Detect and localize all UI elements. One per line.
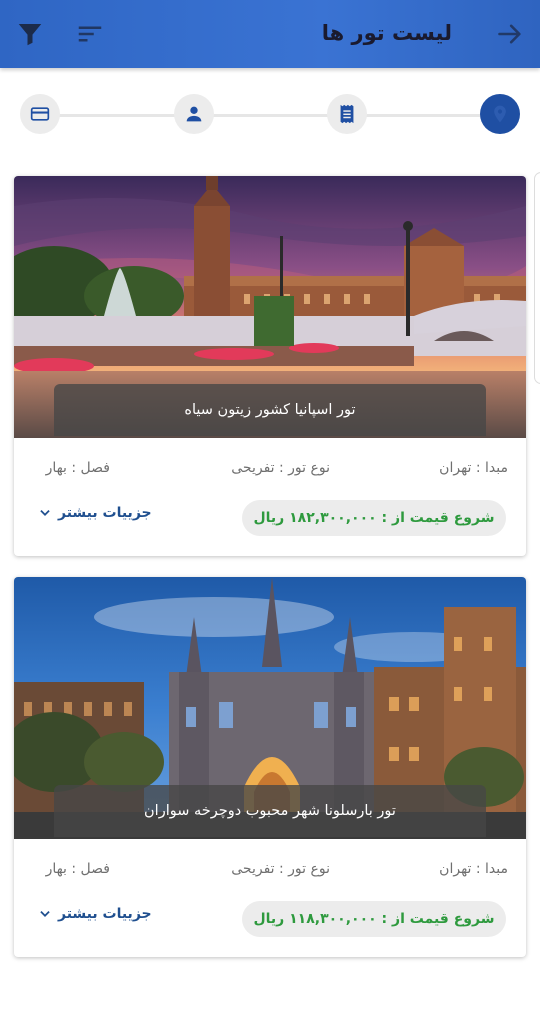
step-passenger[interactable] [174,94,214,134]
tour-type: نوع تور : تفریحی [231,861,330,877]
arrow-right-icon [498,24,521,44]
location-icon [494,105,506,123]
tour-price: شروع قیمت از : ۱۱۸,۳۰۰,۰۰۰ ریال [242,901,506,937]
tour-season: فصل : بهار [45,460,110,476]
chevron-down-icon [40,510,50,516]
app-bar: لیست تور ها [0,0,540,68]
step-payment[interactable] [20,94,60,134]
tour-price: شروع قیمت از : ۱۸۲,۳۰۰,۰۰۰ ریال [242,500,506,536]
tour-season: فصل : بهار [45,861,110,877]
filter-button[interactable] [10,14,50,54]
credit-card-icon [30,107,50,121]
sort-button[interactable] [70,14,110,54]
tour-type: نوع تور : تفریحی [231,460,330,476]
tour-info-row: مبدا : تهران نوع تور : تفریحی فصل : بهار [14,861,526,883]
tour-origin: مبدا : تهران [439,460,508,476]
more-details-label: جزییات بیشتر [58,505,152,521]
receipt-icon [340,104,354,124]
tour-title: تور اسپانیا کشور زیتون سیاه [54,384,486,436]
sort-icon [78,26,102,42]
filter-icon [18,24,42,46]
tour-title: تور بارسلونا شهر محبوب دوچرخه سواران [54,785,486,837]
tour-card[interactable]: تور بارسلونا شهر محبوب دوچرخه سواران مبد… [14,577,526,957]
tour-card[interactable]: تور اسپانیا کشور زیتون سیاه مبدا : تهران… [14,176,526,556]
person-icon [186,106,202,122]
side-handle[interactable] [534,172,540,384]
tour-info-row: مبدا : تهران نوع تور : تفریحی فصل : بهار [14,460,526,482]
step-details[interactable] [327,94,367,134]
tour-image-seville: تور اسپانیا کشور زیتون سیاه [14,176,526,438]
tour-image-barcelona: تور بارسلونا شهر محبوب دوچرخه سواران [14,577,526,839]
more-details-button[interactable]: جزییات بیشتر [38,502,152,524]
chevron-down-icon [40,911,50,917]
step-location[interactable] [480,94,520,134]
back-button[interactable] [490,14,530,54]
more-details-label: جزییات بیشتر [58,906,152,922]
page-title: لیست تور ها [321,21,452,45]
more-details-button[interactable]: جزییات بیشتر [38,903,152,925]
booking-stepper [0,68,540,164]
stepper-line [40,114,500,117]
tour-origin: مبدا : تهران [439,861,508,877]
